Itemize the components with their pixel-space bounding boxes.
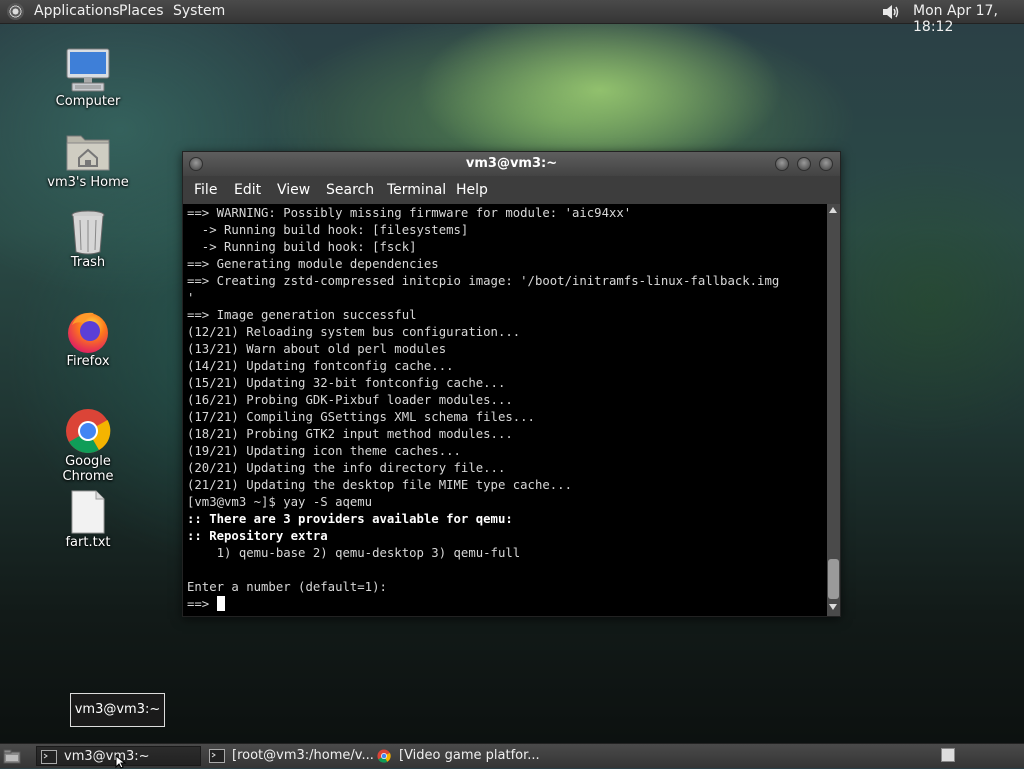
terminal-output[interactable]: ==> WARNING: Possibly missing firmware f… (183, 204, 827, 616)
workspace-switcher[interactable] (941, 748, 955, 762)
chrome-icon (377, 749, 391, 763)
terminal-line: ==> Image generation successful (187, 308, 417, 322)
desktop-icon-label: Trash (70, 255, 106, 270)
terminal-line: ==> Creating zstd-compressed initcpio im… (187, 274, 780, 288)
terminal-line: ==> Generating module dependencies (187, 257, 439, 271)
desktop-icon-computer[interactable]: Computer (38, 47, 138, 113)
close-button[interactable] (819, 157, 833, 171)
task-label: [Video game platfor... (399, 748, 540, 763)
scrollbar[interactable] (827, 204, 840, 616)
task-label: [root@vm3:/home/v... (232, 748, 374, 763)
desktop-icon-label: Computer (55, 94, 121, 109)
title-bar[interactable]: vm3@vm3:~ (183, 152, 840, 176)
bottom-taskbar: vm3@vm3:~ [root@vm3:/home/v... [Video ga… (0, 743, 1024, 768)
terminal-line: (13/21) Warn about old perl modules (187, 342, 447, 356)
terminal-prompt: ==> (187, 597, 217, 611)
desktop-icon-chrome[interactable]: Google Chrome (38, 407, 138, 484)
text-file-icon (71, 490, 105, 534)
desktop-icon-label: vm3's Home (47, 175, 129, 190)
desktop-icon-label: Google Chrome (62, 454, 114, 484)
volume-icon[interactable] (880, 2, 902, 22)
menu-places[interactable]: Places (119, 3, 164, 19)
firefox-icon (68, 312, 108, 353)
desktop-icon-label: fart.txt (65, 535, 111, 550)
terminal-line: ' (187, 291, 195, 305)
minimize-button[interactable] (775, 157, 789, 171)
maximize-button[interactable] (797, 157, 811, 171)
terminal-line: 1) qemu-base 2) qemu-desktop 3) qemu-ful… (187, 546, 521, 560)
taskbar-task-root-terminal[interactable]: [root@vm3:/home/v... (205, 746, 374, 766)
terminal-window[interactable]: vm3@vm3:~ File Edit View Search Terminal… (182, 151, 841, 617)
terminal-line: (18/21) Probing GTK2 input method module… (187, 427, 513, 441)
menu-search[interactable]: Search (326, 182, 374, 198)
desktop-icon-trash[interactable]: Trash (38, 208, 138, 274)
desktop-icon-label: Firefox (66, 354, 110, 369)
terminal-line: (12/21) Reloading system bus configurati… (187, 325, 521, 339)
terminal-line: [vm3@vm3 ~]$ yay -S aqemu (187, 495, 373, 509)
terminal-icon (209, 749, 225, 763)
menu-bar: File Edit View Search Terminal Help (183, 176, 840, 204)
chrome-icon (66, 409, 111, 453)
terminal-line: -> Running build hook: [fsck] (187, 240, 417, 254)
terminal-line: (19/21) Updating icon theme caches... (187, 444, 461, 458)
desktop-icon-home[interactable]: vm3's Home (38, 128, 138, 194)
menu-applications[interactable]: Applications (34, 3, 120, 19)
desktop-icon-fart-txt[interactable]: fart.txt (38, 488, 138, 554)
menu-help[interactable]: Help (456, 182, 488, 198)
menu-system[interactable]: System (173, 3, 225, 19)
clock[interactable]: Mon Apr 17, 18:12 (913, 3, 1024, 35)
terminal-line: -> Running build hook: [filesystems] (187, 223, 469, 237)
task-label: vm3@vm3:~ (64, 749, 150, 764)
terminal-line: (20/21) Updating the info directory file… (187, 461, 506, 475)
terminal-line: (15/21) Updating 32-bit fontconfig cache… (187, 376, 506, 390)
terminal-line: (17/21) Compiling GSettings XML schema f… (187, 410, 535, 424)
computer-icon (66, 48, 110, 92)
desktop-icon-firefox[interactable]: Firefox (38, 307, 138, 373)
taskbar-tooltip: vm3@vm3:~ (70, 693, 165, 727)
scroll-thumb[interactable] (828, 559, 839, 599)
terminal-line: ==> WARNING: Possibly missing firmware f… (187, 206, 632, 220)
menu-file[interactable]: File (194, 182, 217, 198)
top-panel: Applications Places System Mon Apr 17, 1… (0, 0, 1024, 35)
terminal-text: ==> WARNING: Possibly missing firmware f… (187, 205, 779, 613)
terminal-line: :: There are 3 providers available for q… (187, 512, 513, 526)
menu-edit[interactable]: Edit (234, 182, 261, 198)
scroll-down-arrow-icon[interactable] (829, 604, 837, 610)
trash-icon (71, 210, 105, 255)
terminal-line: Enter a number (default=1): (187, 580, 387, 594)
show-desktop-icon[interactable] (3, 748, 21, 764)
terminal-line: (16/21) Probing GDK-Pixbuf loader module… (187, 393, 513, 407)
window-title: vm3@vm3:~ (465, 156, 558, 171)
gnome-foot-icon[interactable] (7, 3, 24, 20)
scroll-up-arrow-icon[interactable] (829, 207, 837, 213)
menu-terminal[interactable]: Terminal (387, 182, 446, 198)
mouse-pointer-icon (115, 755, 127, 769)
text-cursor (216, 596, 225, 611)
taskbar-task-chrome[interactable]: [Video game platfor... (372, 746, 542, 766)
terminal-line: (14/21) Updating fontconfig cache... (187, 359, 454, 373)
menu-view[interactable]: View (277, 182, 310, 198)
terminal-line: :: Repository extra (187, 529, 328, 543)
terminal-icon (41, 750, 57, 764)
home-folder-icon (66, 135, 110, 171)
terminal-line: (21/21) Updating the desktop file MIME t… (187, 478, 572, 492)
